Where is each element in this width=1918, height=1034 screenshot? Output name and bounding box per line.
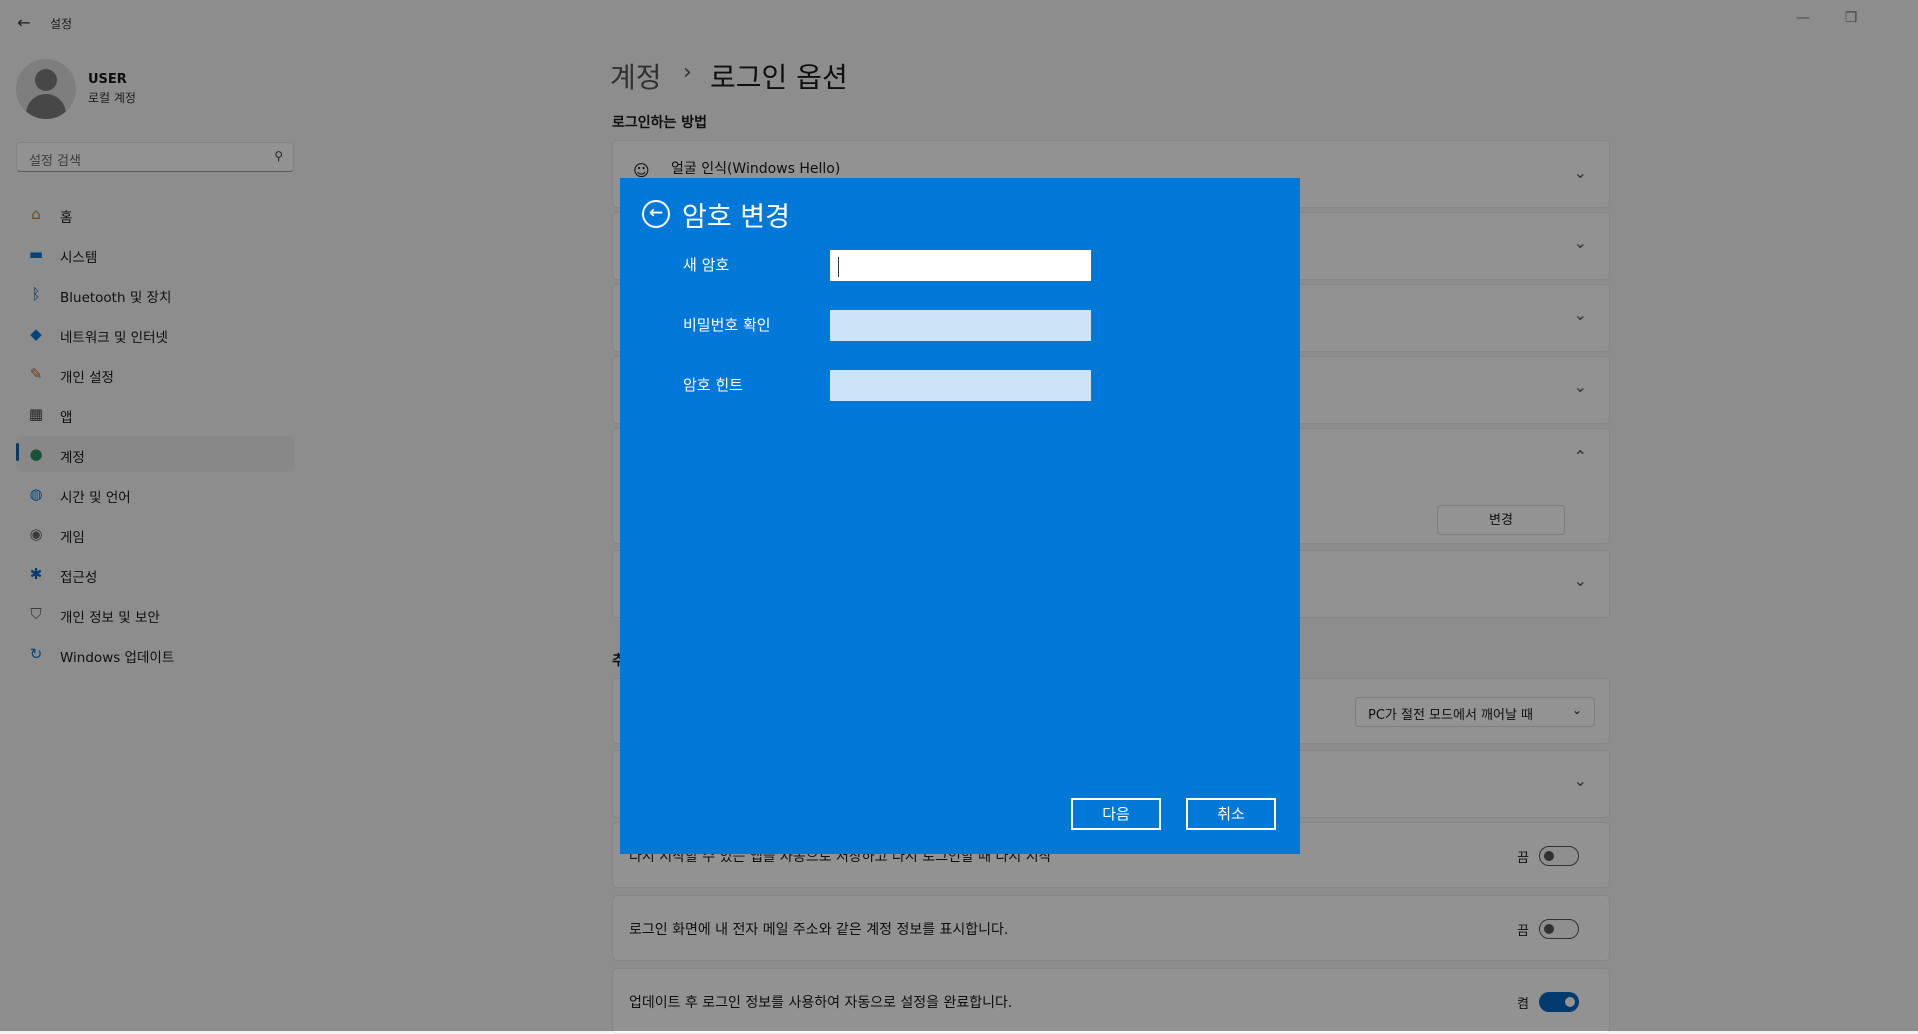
new-password-label: 새 암호 xyxy=(683,256,730,274)
new-password-input[interactable] xyxy=(830,250,1091,281)
password-hint-label: 암호 힌트 xyxy=(683,376,743,394)
next-button[interactable]: 다음 xyxy=(1071,798,1161,830)
password-hint-input[interactable] xyxy=(830,370,1091,401)
confirm-password-input[interactable] xyxy=(830,310,1091,341)
confirm-password-label: 비밀번호 확인 xyxy=(683,316,771,334)
dialog-title: 암호 변경 xyxy=(682,202,790,233)
cancel-button[interactable]: 취소 xyxy=(1186,798,1276,830)
back-arrow-icon[interactable]: ← xyxy=(642,200,670,228)
change-password-dialog: ← 암호 변경 새 암호 비밀번호 확인 암호 힌트 다음 취소 xyxy=(620,178,1300,854)
text-caret xyxy=(838,257,839,277)
